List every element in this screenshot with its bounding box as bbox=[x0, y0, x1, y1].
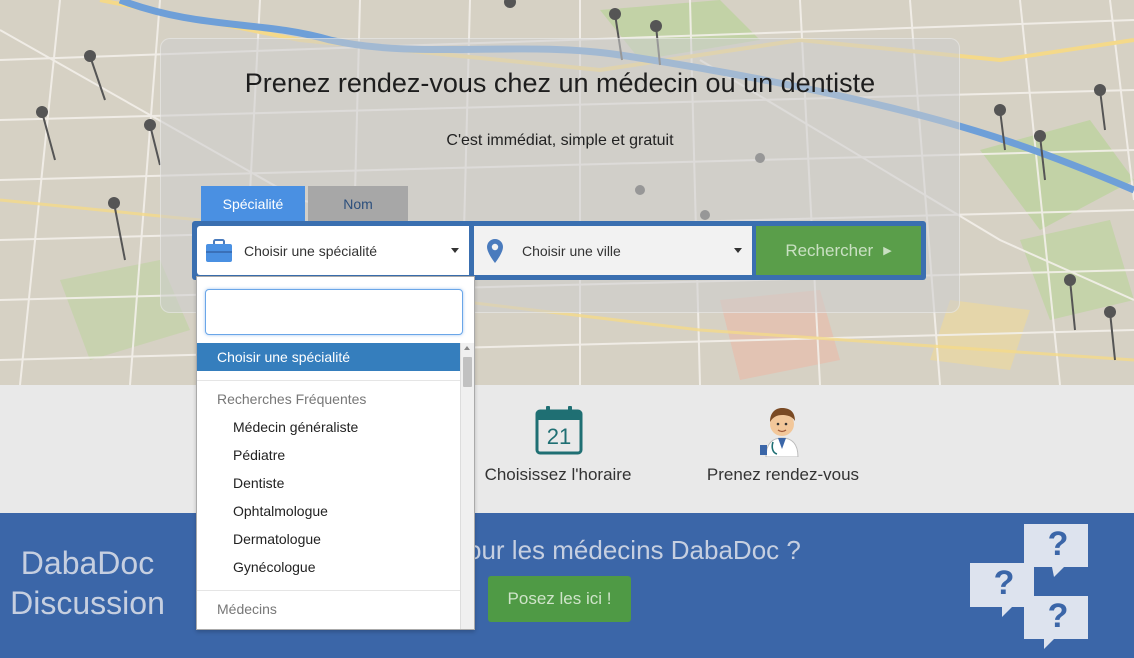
dropdown-option[interactable]: Médecin généraliste bbox=[197, 413, 460, 441]
question-mark: ? bbox=[1047, 597, 1069, 635]
step-label-rendez-vous: Prenez rendez-vous bbox=[706, 465, 860, 484]
search-bar: Choisir une spécialité Choisir une ville… bbox=[192, 221, 926, 280]
dropdown-option[interactable]: Dermatologue bbox=[197, 525, 460, 553]
scroll-up-icon[interactable] bbox=[464, 346, 470, 350]
specialite-dropdown: Choisir une spécialité Recherches Fréque… bbox=[196, 276, 475, 630]
chevron-down-icon bbox=[734, 248, 742, 253]
calendar-day: 21 bbox=[546, 424, 572, 449]
specialite-select[interactable]: Choisir une spécialité bbox=[197, 226, 469, 275]
location-pin-icon bbox=[486, 238, 504, 264]
chevron-down-icon bbox=[451, 248, 459, 253]
dropdown-option[interactable]: Dentiste bbox=[197, 469, 460, 497]
discussion-title-line1: DabaDoc bbox=[20, 545, 155, 581]
dropdown-group-label: Médecins bbox=[217, 601, 277, 617]
dropdown-option[interactable]: Gynécologue bbox=[197, 553, 460, 581]
divider bbox=[197, 380, 460, 381]
page-subtitle: C'est immédiat, simple et gratuit bbox=[446, 132, 674, 149]
step-label-horaire: Choisissez l'horaire bbox=[484, 465, 632, 484]
search-button-label: Rechercher bbox=[785, 240, 874, 260]
dropdown-search-input[interactable] bbox=[205, 289, 463, 335]
specialite-select-value: Choisir une spécialité bbox=[244, 242, 378, 259]
dropdown-group-label: Recherches Fréquentes bbox=[217, 391, 367, 407]
tab-specialite[interactable]: Spécialité bbox=[201, 186, 305, 222]
question-mark: ? bbox=[1047, 525, 1069, 563]
discussion-title-line2: Discussion bbox=[10, 585, 165, 621]
ville-select-value: Choisir une ville bbox=[522, 242, 621, 259]
page-title: Prenez rendez-vous chez un médecin ou un… bbox=[244, 68, 876, 98]
dropdown-option[interactable]: Ophtalmologue bbox=[197, 497, 460, 525]
arrow-right-icon: ▶ bbox=[883, 245, 892, 257]
ville-select[interactable]: Choisir une ville bbox=[474, 226, 752, 275]
dropdown-list: Choisir une spécialité Recherches Fréque… bbox=[197, 343, 460, 623]
discussion-section: DabaDoc Discussion our les médecins Daba… bbox=[0, 513, 1134, 658]
briefcase-icon bbox=[205, 238, 233, 263]
discussion-question: our les médecins DabaDoc ? bbox=[467, 535, 801, 565]
steps-section: 21 Choisissez l'horaire Prenez rendez-vo… bbox=[0, 385, 1134, 513]
search-button[interactable]: Rechercher ▶ bbox=[756, 226, 921, 275]
question-mark: ? bbox=[993, 564, 1015, 602]
tab-nom[interactable]: Nom bbox=[308, 186, 408, 222]
dropdown-option-highlighted[interactable]: Choisir une spécialité bbox=[197, 343, 460, 371]
divider bbox=[197, 590, 460, 591]
ask-question-button[interactable]: Posez les ici ! bbox=[488, 576, 631, 622]
dropdown-option[interactable]: Pédiatre bbox=[197, 441, 460, 469]
doctor-icon bbox=[757, 405, 807, 462]
scrollbar-thumb[interactable] bbox=[463, 357, 472, 387]
dropdown-scrollbar[interactable] bbox=[460, 343, 474, 629]
